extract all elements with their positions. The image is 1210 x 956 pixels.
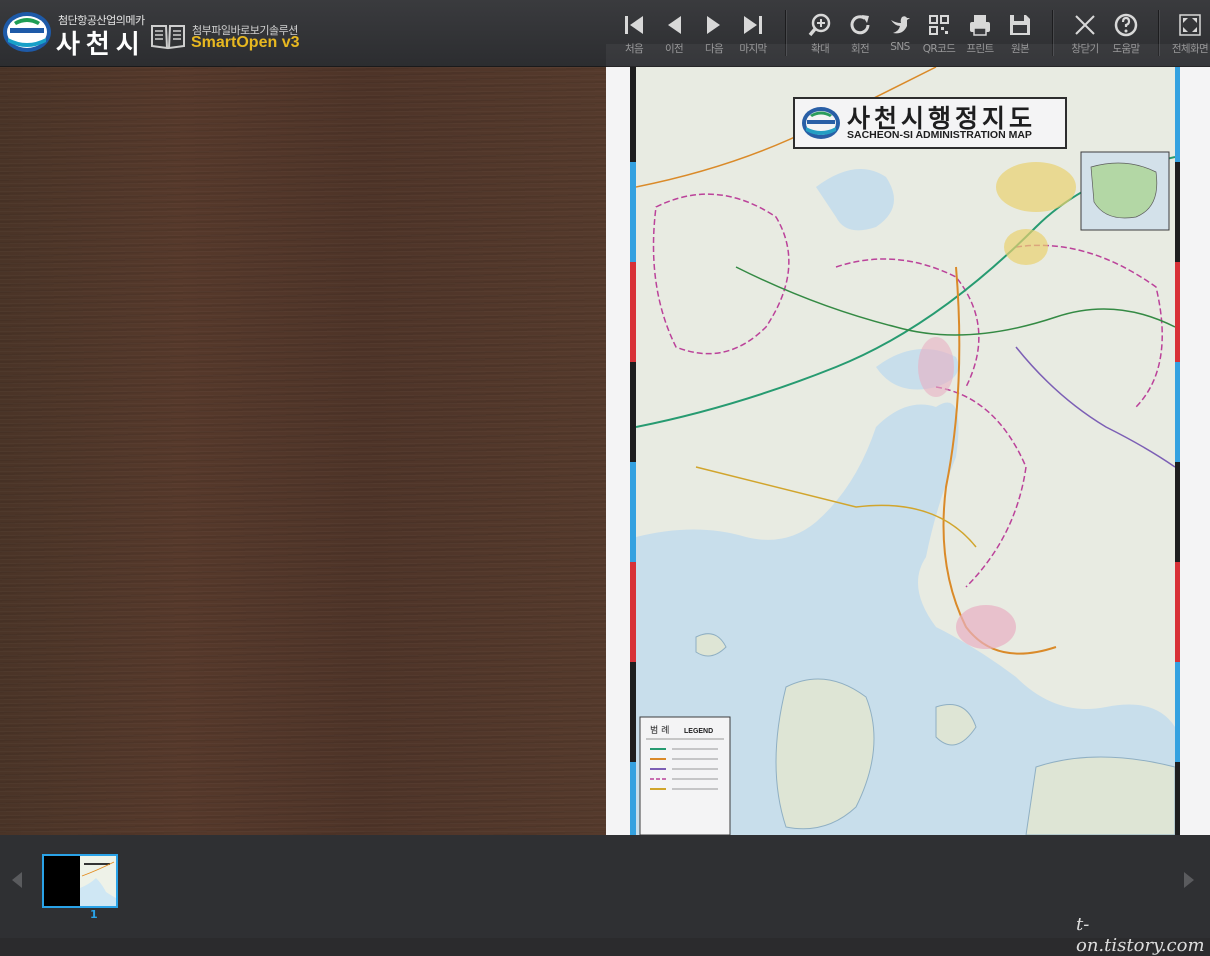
thumbnail-map-icon bbox=[80, 856, 116, 906]
fullscreen-button[interactable]: 전체화면 bbox=[1170, 8, 1210, 60]
watermark-text: t-on.tistory.com bbox=[1076, 914, 1205, 956]
right-color-scale bbox=[1175, 67, 1180, 835]
print-label: 프린트 bbox=[966, 43, 994, 55]
skip-first-icon bbox=[625, 16, 643, 34]
next-page-label: 다음 bbox=[704, 43, 724, 55]
first-page-label: 처음 bbox=[624, 43, 644, 55]
fullscreen-label: 전체화면 bbox=[1171, 43, 1209, 55]
save-disk-icon bbox=[1010, 15, 1030, 35]
toolbar-divider bbox=[1052, 10, 1053, 56]
bird-icon bbox=[891, 16, 910, 34]
document-page[interactable]: 범 례 LEGEND 사천시행정지도 SACHEON-SI ADMINISTRA… bbox=[606, 67, 1210, 835]
toolbar: 첨단항공산업의메카 사천시 첨부파일바로보기솔루션 SmartOpen v3 처… bbox=[0, 0, 1210, 67]
next-page-button[interactable]: 다음 bbox=[694, 8, 734, 60]
printer-icon bbox=[970, 15, 990, 36]
close-window-button[interactable]: 창닫기 bbox=[1065, 8, 1105, 60]
thumbnail-page-1[interactable] bbox=[42, 854, 118, 908]
rotate-label: 회전 bbox=[850, 43, 870, 55]
close-window-label: 창닫기 bbox=[1071, 43, 1099, 55]
map-frame: 범 례 LEGEND 사천시행정지도 SACHEON-SI ADMINISTRA… bbox=[630, 67, 1180, 835]
thumbnail-scroll-right-icon[interactable] bbox=[1182, 871, 1196, 889]
close-icon bbox=[1075, 15, 1095, 35]
thumbnail-scroll-left-icon[interactable] bbox=[10, 871, 24, 889]
sacheon-emblem-icon bbox=[802, 107, 840, 139]
last-page-label: 마지막 bbox=[739, 43, 767, 55]
left-color-scale bbox=[630, 67, 636, 835]
zoom-button[interactable]: 확대 bbox=[800, 8, 840, 60]
toolbar-divider bbox=[1158, 10, 1159, 56]
print-button[interactable]: 프린트 bbox=[960, 8, 1000, 60]
prev-page-button[interactable]: 이전 bbox=[654, 8, 694, 60]
original-label: 원본 bbox=[1010, 43, 1030, 55]
map-title-box: 사천시행정지도 SACHEON-SI ADMINISTRATION MAP bbox=[793, 97, 1067, 149]
rotate-button[interactable]: 회전 bbox=[840, 8, 880, 60]
skip-last-icon bbox=[744, 16, 762, 34]
rotate-icon bbox=[850, 15, 870, 35]
original-button[interactable]: 원본 bbox=[1000, 8, 1040, 60]
legend-title-ko: 범 례 bbox=[650, 725, 669, 736]
fullscreen-icon bbox=[1179, 14, 1201, 36]
help-icon bbox=[1114, 13, 1138, 37]
map-title-english: SACHEON-SI ADMINISTRATION MAP bbox=[847, 129, 1032, 141]
left-page-wood-background bbox=[0, 67, 606, 835]
first-page-button[interactable]: 처음 bbox=[614, 8, 654, 60]
triangle-right-icon bbox=[707, 16, 720, 34]
thumbnail-map-preview bbox=[80, 856, 116, 906]
book-icon bbox=[151, 25, 185, 50]
sns-label: SNS bbox=[890, 41, 910, 53]
triangle-left-icon bbox=[668, 16, 681, 34]
thumbnail-strip: 1 bbox=[0, 835, 1210, 938]
brand-name: SmartOpen v3 bbox=[191, 34, 300, 51]
qr-code-icon bbox=[929, 15, 949, 35]
last-page-button[interactable]: 마지막 bbox=[733, 8, 773, 60]
qr-label: QR코드 bbox=[922, 43, 956, 55]
zoom-in-icon bbox=[808, 13, 831, 37]
thumbnail-page-number: 1 bbox=[90, 908, 98, 921]
legend-title-en: LEGEND bbox=[684, 728, 713, 735]
help-label: 도움말 bbox=[1112, 43, 1140, 55]
city-logo-icon bbox=[3, 12, 51, 52]
sns-button[interactable]: SNS bbox=[880, 8, 920, 60]
qr-button[interactable]: QR코드 bbox=[919, 8, 959, 60]
zoom-label: 확대 bbox=[810, 43, 830, 55]
city-name: 사천시 bbox=[56, 30, 146, 60]
help-button[interactable]: 도움말 bbox=[1106, 8, 1146, 60]
administrative-map: 범 례 LEGEND bbox=[636, 67, 1175, 835]
prev-page-label: 이전 bbox=[664, 43, 684, 55]
toolbar-divider bbox=[785, 10, 786, 56]
